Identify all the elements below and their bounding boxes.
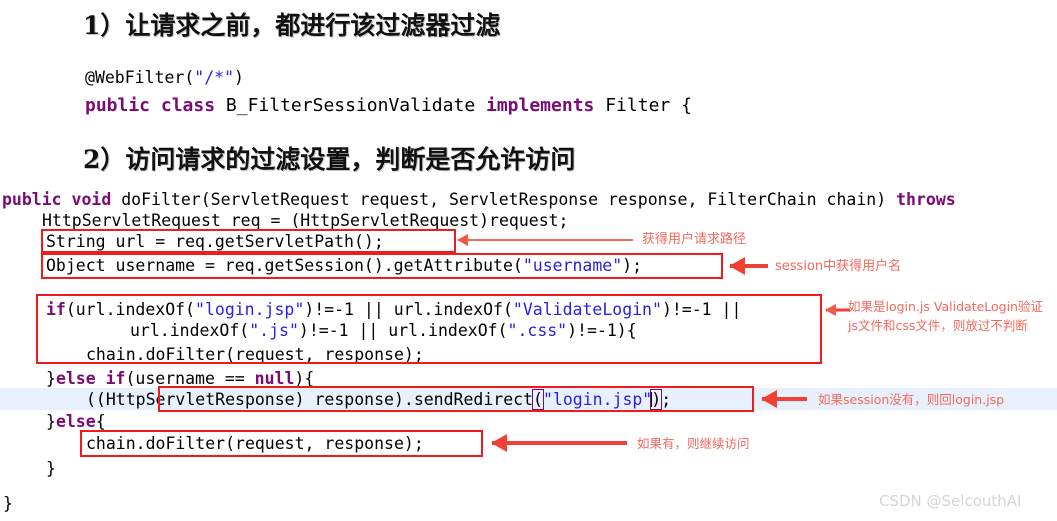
kw-public: public	[85, 95, 151, 116]
bracket-match-open: (	[532, 389, 544, 410]
note-url-path: 获得用户请求路径	[642, 232, 747, 247]
elseif-b	[96, 369, 106, 388]
webfilter-name: WebFilter(	[94, 68, 195, 87]
code-line-string-url: String url = req.getServletPath();	[46, 232, 384, 251]
kw-implements: implements	[486, 95, 595, 116]
sp6	[111, 190, 121, 209]
sendredirect-pre: ((HttpServletResponse) response).sendRed…	[86, 390, 534, 409]
else-b: {	[95, 412, 106, 431]
note-passthrough-line1: 如果是login.js ValidateLogin验证	[848, 299, 1043, 314]
str-login-jsp-2: "login.jsp"	[542, 390, 653, 409]
note-continue: 如果有，则继续访问	[637, 436, 750, 451]
kw-throws: throws	[896, 190, 956, 209]
elseif-c: (username ==	[125, 369, 255, 388]
sendredirect-end: ;	[661, 390, 672, 409]
if2-c: )!=-1){	[567, 321, 637, 340]
if-c: )!=-1 ||	[661, 300, 742, 319]
if-a: (url.indexOf(	[65, 300, 196, 319]
kw-else-1: else	[55, 369, 96, 388]
csdn-watermark: CSDN @SelcouthAI	[879, 492, 1022, 510]
code-line-webfilter-annotation: @WebFilter("/*")	[85, 68, 244, 87]
dofilter-params: doFilter(ServletRequest request, Servlet…	[121, 190, 897, 209]
elseif-d: ){	[294, 369, 315, 388]
code-line-chain-dofilter-1: chain.doFilter(request, response);	[86, 345, 424, 364]
if2-b: )!=-1 || url.indexOf(	[298, 321, 508, 340]
if2-a: url.indexOf(	[130, 321, 250, 340]
slide-page: 1）让请求之前，都进行该过滤器过滤 @WebFilter("/*") publi…	[0, 0, 1057, 521]
str-css: ".css"	[507, 321, 568, 340]
webfilter-close: )	[234, 68, 244, 87]
interface-name: Filter {	[605, 95, 692, 116]
sp5	[62, 190, 72, 209]
code-line-if-indexof-1: if(url.indexOf("login.jsp")!=-1 || url.i…	[46, 300, 741, 319]
code-line-close-brace-inner: }	[46, 459, 56, 478]
kw-if: if	[46, 300, 66, 319]
username-post: );	[622, 256, 643, 275]
code-line-sendredirect: ((HttpServletResponse) response).sendRed…	[86, 389, 672, 410]
page-heading-2: 2）访问请求的过滤设置，判断是否允许访问	[83, 145, 576, 174]
elseif-a: }	[46, 369, 56, 388]
webfilter-at: @	[85, 68, 95, 87]
str-validatelogin: "ValidateLogin"	[512, 300, 662, 319]
if-b: )!=-1 || url.indexOf(	[304, 300, 513, 319]
page-heading-1: 1）让请求之前，都进行该过滤器过滤	[83, 11, 501, 40]
code-line-if-indexof-2: url.indexOf(".js")!=-1 || url.indexOf(".…	[130, 321, 637, 340]
kw-void: void	[71, 190, 112, 209]
kw-null: null	[254, 369, 295, 388]
code-line-close-brace-outer: }	[3, 494, 13, 513]
kw-else-2: else	[55, 412, 96, 431]
class-name: B_FilterSessionValidate	[225, 95, 476, 116]
sp3	[475, 95, 486, 116]
webfilter-pattern: "/*"	[194, 68, 235, 87]
code-line-httpservletrequest: HttpServletRequest req = (HttpServletReq…	[42, 211, 569, 230]
str-login-jsp: "login.jsp"	[195, 300, 305, 319]
code-line-chain-dofilter-2: chain.doFilter(request, response);	[86, 434, 424, 453]
kw-public-2: public	[2, 190, 62, 209]
code-line-object-username: Object username = req.getSession().getAt…	[46, 256, 642, 275]
code-line-dofilter-signature: public void doFilter(ServletRequest requ…	[2, 190, 956, 209]
kw-class: class	[160, 95, 216, 116]
note-session-user: session中获得用户名	[775, 259, 902, 274]
code-line-else: }else{	[46, 412, 106, 431]
str-js: ".js"	[249, 321, 299, 340]
kw-if-2: if	[105, 369, 126, 388]
sp4	[594, 95, 605, 116]
sp2	[215, 95, 226, 116]
note-no-session: 如果session没有，则回login.jsp	[818, 392, 1005, 407]
code-line-class-decl: public class B_FilterSessionValidate imp…	[85, 96, 692, 115]
username-pre: Object username = req.getSession().getAt…	[46, 256, 523, 275]
else-a: }	[46, 412, 56, 431]
username-string: "username"	[522, 256, 623, 275]
code-line-else-if-username-null: }else if(username == null){	[46, 369, 314, 388]
sp1	[150, 95, 161, 116]
bracket-match-close: )	[650, 389, 663, 410]
note-passthrough-line2: js文件和css文件，则放过不判断	[848, 318, 1028, 333]
